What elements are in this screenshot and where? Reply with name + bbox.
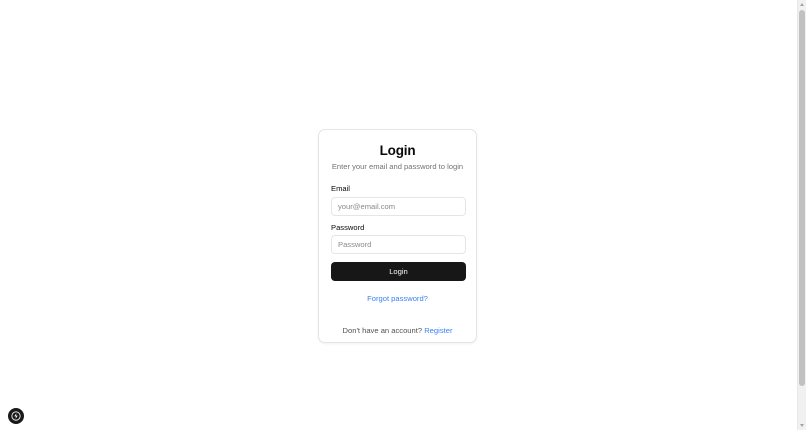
password-label: Password — [331, 223, 365, 232]
login-card: Login Enter your email and password to l… — [318, 129, 477, 343]
email-field[interactable] — [331, 197, 466, 216]
password-field[interactable] — [331, 235, 466, 254]
lightning-bolt-icon — [11, 411, 21, 421]
scrollbar-thumb[interactable] — [799, 10, 805, 386]
register-prompt: Don't have an account? Register — [319, 326, 476, 335]
email-label: Email — [331, 184, 350, 193]
login-subtitle: Enter your email and password to login — [331, 162, 464, 171]
no-account-text: Don't have an account? — [342, 326, 423, 335]
page: Login Enter your email and password to l… — [0, 0, 806, 430]
scroll-up-arrow-icon[interactable] — [800, 3, 804, 6]
vertical-scrollbar[interactable] — [797, 0, 806, 430]
scroll-down-arrow-icon[interactable] — [800, 424, 804, 427]
dev-tools-button[interactable] — [8, 408, 24, 424]
forgot-password-link[interactable]: Forgot password? — [319, 294, 476, 303]
login-title: Login — [379, 143, 416, 158]
login-button[interactable]: Login — [331, 262, 466, 281]
register-link[interactable]: Register — [424, 326, 452, 335]
